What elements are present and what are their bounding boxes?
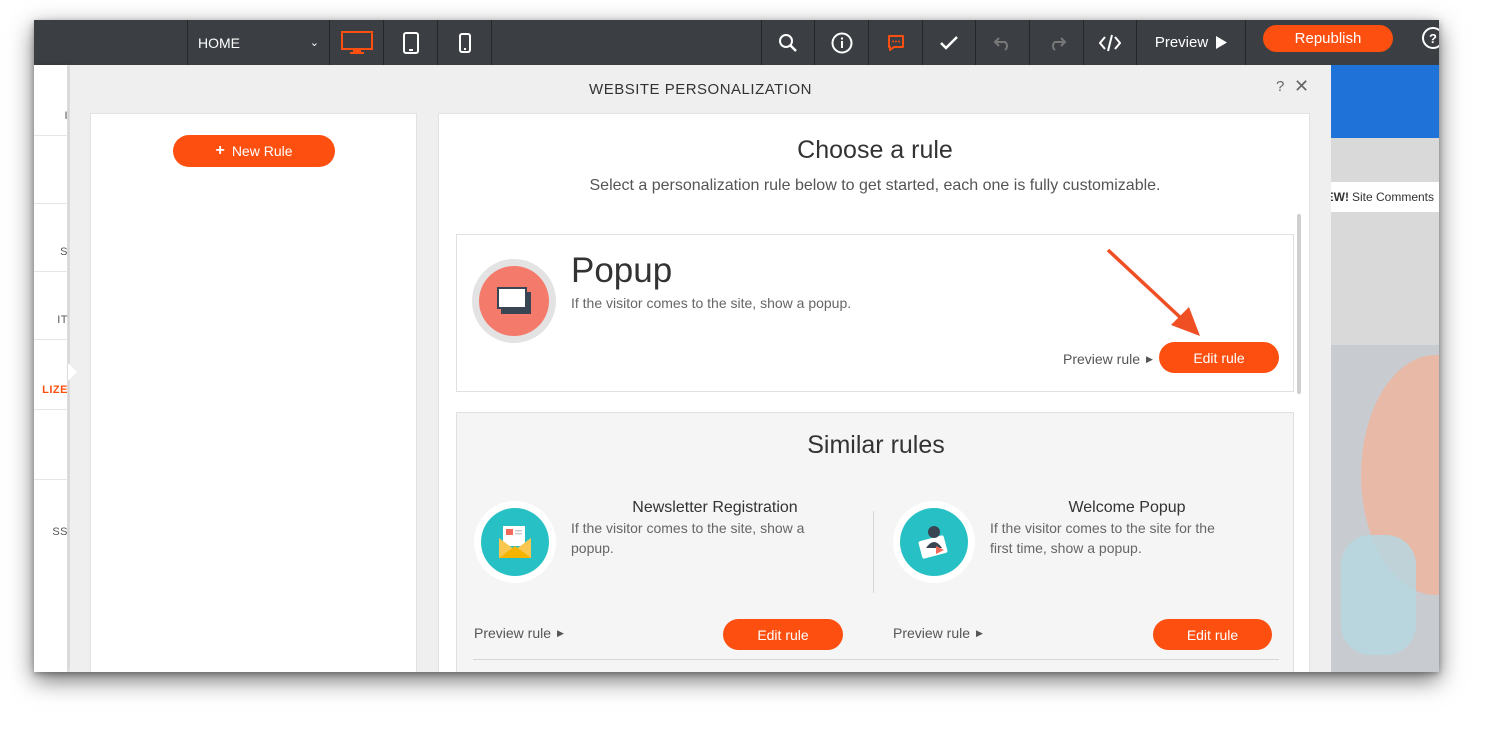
welcome-video-icon <box>900 508 968 576</box>
similar-divider <box>873 511 874 593</box>
page-selector-label: HOME <box>198 34 240 51</box>
new-rule-label: New Rule <box>231 143 293 159</box>
active-pointer <box>68 363 77 381</box>
preview-rule-label: Preview rule <box>893 625 971 641</box>
popup-rule-title: Popup <box>571 251 673 290</box>
similar-rules-title: Similar rules <box>807 431 945 459</box>
sidebar-item[interactable]: SS <box>34 526 68 538</box>
envelope-icon <box>481 508 549 576</box>
play-icon <box>1216 36 1228 49</box>
similar-rules-section: Similar rules Newsletter Registration If… <box>456 412 1294 672</box>
play-small-icon: ▶ <box>976 627 983 638</box>
choose-rule-subtitle: Select a personalization rule below to g… <box>589 177 1161 194</box>
help-icon[interactable]: ? <box>1422 27 1439 49</box>
preview-rule-label: Preview rule <box>474 625 552 641</box>
tablet-view-button[interactable] <box>383 20 437 65</box>
comments-badge: EW! <box>1331 190 1349 204</box>
new-rule-button[interactable]: + New Rule <box>173 135 335 167</box>
site-hero-photo <box>1331 345 1439 672</box>
rule-chooser-panel: Choose a rule Select a personalization r… <box>438 113 1310 672</box>
newsletter-rule-title: Newsletter Registration <box>632 499 798 516</box>
info-icon <box>831 32 852 53</box>
play-small-icon: ▶ <box>557 627 564 638</box>
welcome-rule-title: Welcome Popup <box>1068 499 1186 516</box>
undo-button[interactable] <box>975 20 1029 65</box>
sidebar-divider <box>34 203 68 204</box>
welcome-icon-ring <box>893 501 975 583</box>
toolbar-spacer <box>491 20 761 65</box>
publish-check-button[interactable] <box>922 20 975 65</box>
choose-rule-title: Choose a rule <box>797 136 953 164</box>
sidebar-item[interactable]: IT <box>34 314 68 326</box>
mobile-view-button[interactable] <box>437 20 491 65</box>
search-button[interactable] <box>761 20 814 65</box>
plus-icon: + <box>215 142 225 159</box>
page-selector[interactable]: HOME ⌄ <box>187 20 329 65</box>
chat-icon <box>887 34 904 51</box>
similar-bottom-divider <box>473 659 1279 660</box>
republish-button[interactable]: Republish <box>1263 25 1393 52</box>
preview-rule-label: Preview rule <box>1063 351 1141 367</box>
comments-text: Site Comments <box>1351 190 1434 204</box>
app-window: HOME ⌄ Preview Republish ? I S IT LIZE S… <box>34 20 1439 672</box>
personalization-modal: WEBSITE PERSONALIZATION ? ✕ + New Rule C… <box>70 65 1331 672</box>
desktop-view-button[interactable] <box>329 20 383 65</box>
sidebar-divider <box>34 135 68 136</box>
welcome-rule-description: If the visitor comes to the site for the… <box>990 520 1215 556</box>
sidebar-item[interactable]: S <box>34 246 68 258</box>
newsletter-rule-description: If the visitor comes to the site, show a… <box>571 520 805 556</box>
modal-title: WEBSITE PERSONALIZATION <box>589 81 812 98</box>
preview-button[interactable]: Preview <box>1136 20 1245 65</box>
site-header-band <box>1331 65 1439 138</box>
welcome-edit-rule-button[interactable]: Edit rule <box>1153 619 1272 650</box>
newsletter-edit-rule-button[interactable]: Edit rule <box>723 619 843 650</box>
popup-rule-description: If the visitor comes to the site, show a… <box>571 295 852 311</box>
sidebar-item[interactable]: I <box>34 110 68 122</box>
info-button[interactable] <box>814 20 868 65</box>
tablet-icon <box>402 31 419 54</box>
sidebar-divider <box>34 271 68 272</box>
rules-list-panel: + New Rule <box>90 113 417 672</box>
popup-preview-rule-link[interactable]: Preview rule ▶ <box>1063 351 1153 367</box>
redo-icon <box>1051 36 1066 51</box>
search-icon <box>779 33 797 52</box>
redo-button[interactable] <box>1029 20 1083 65</box>
code-button[interactable] <box>1083 20 1136 65</box>
play-small-icon: ▶ <box>1146 353 1153 364</box>
chevron-down-icon: ⌄ <box>309 37 319 49</box>
scrollbar[interactable] <box>1297 214 1301 394</box>
left-sidebar: I S IT LIZE SS <box>34 65 68 672</box>
website-preview: EW! Site Comments <box>1331 65 1439 672</box>
newsletter-icon-ring <box>474 501 556 583</box>
sidebar-item-personalize[interactable]: LIZE <box>34 384 68 396</box>
desktop-icon <box>340 30 373 54</box>
top-toolbar: HOME ⌄ Preview Republish ? <box>34 20 1439 65</box>
code-icon <box>1099 34 1121 51</box>
comments-button[interactable] <box>868 20 922 65</box>
newsletter-preview-rule-link[interactable]: Preview rule ▶ <box>474 625 564 641</box>
welcome-preview-rule-link[interactable]: Preview rule ▶ <box>893 625 983 641</box>
popup-edit-rule-button[interactable]: Edit rule <box>1159 342 1279 373</box>
sidebar-divider <box>34 479 68 480</box>
popup-window-icon <box>479 266 549 336</box>
undo-icon <box>993 36 1008 51</box>
close-icon[interactable]: ✕ <box>1294 76 1309 97</box>
popup-rule-card: Popup If the visitor comes to the site, … <box>456 234 1294 392</box>
check-icon <box>940 35 958 50</box>
preview-label: Preview <box>1154 34 1209 51</box>
modal-help-icon[interactable]: ? <box>1276 78 1284 95</box>
mobile-icon <box>458 32 471 53</box>
popup-rule-icon-ring <box>472 259 556 343</box>
sidebar-divider <box>34 339 68 340</box>
site-comments-banner: EW! Site Comments <box>1331 182 1439 212</box>
sidebar-divider <box>34 409 68 410</box>
